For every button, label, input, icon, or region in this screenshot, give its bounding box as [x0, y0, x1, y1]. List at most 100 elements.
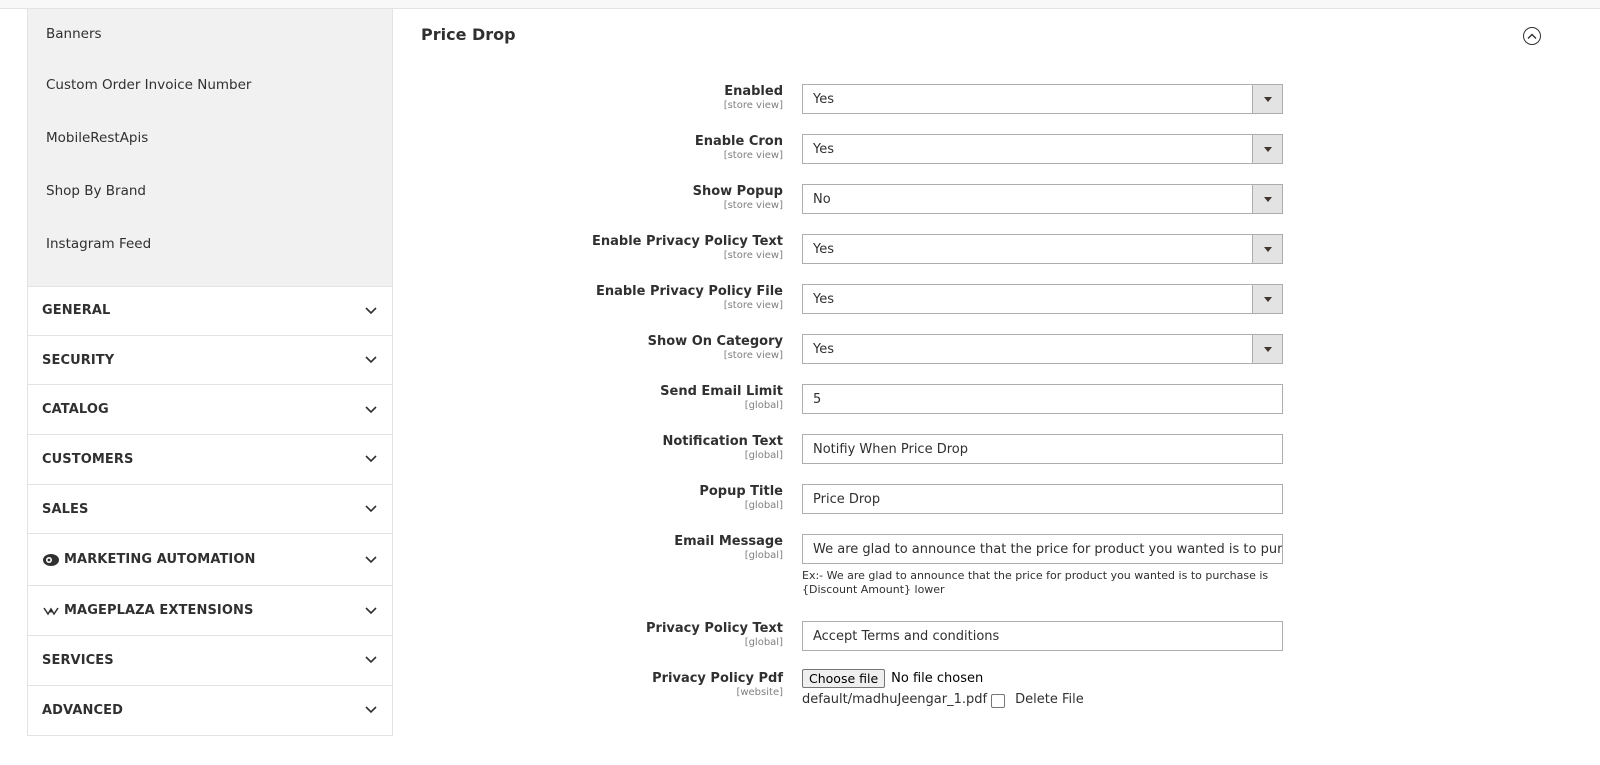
field-scope: [global] [744, 500, 783, 511]
chevron-down-icon [364, 703, 378, 717]
dropdown-arrow-icon [1252, 335, 1282, 363]
section-label: CATALOG [42, 402, 109, 418]
field-scope: [store view] [723, 150, 783, 161]
section-sales[interactable]: SALES [27, 484, 393, 535]
config-main: Price Drop Enabled [store view] Yes Enab… [393, 9, 1600, 765]
panel-title[interactable]: Price Drop [421, 25, 516, 44]
field-label-wrap: Popup Title [global] [483, 484, 783, 511]
section-label: SALES [42, 501, 89, 517]
field-label-wrap: Privacy Policy Text [global] [483, 621, 783, 648]
field-scope: [store view] [723, 300, 783, 311]
field-scope: [global] [744, 550, 783, 561]
collapse-button[interactable] [1523, 27, 1541, 45]
sidebar-item-banners[interactable]: Banners [28, 9, 392, 60]
notification-text-input[interactable]: Notifiy When Price Drop [802, 434, 1283, 464]
chevron-down-icon [364, 502, 378, 516]
sidebar-item-custom-order-invoice-number[interactable]: Custom Order Invoice Number [28, 60, 392, 113]
field-label: Privacy Policy Pdf [652, 671, 783, 686]
current-file-link[interactable]: default/madhuJeengar_1.pdf [802, 692, 987, 707]
select-value: Yes [813, 241, 834, 257]
send-email-limit-input[interactable]: 5 [802, 384, 1283, 414]
input-value: Price Drop [813, 491, 881, 507]
field-label: Enable Privacy Policy Text [592, 234, 783, 249]
select-value: Yes [813, 341, 834, 357]
section-marketing-automation[interactable]: MARKETING AUTOMATION [27, 534, 393, 587]
sidebar-sub-list: Banners Custom Order Invoice Number Mobi… [27, 9, 393, 286]
chevron-down-icon [364, 553, 378, 567]
field-scope: [website] [736, 687, 783, 698]
email-message-input[interactable]: We are glad to announce that the price f… [802, 534, 1283, 564]
field-label: Show On Category [647, 334, 783, 349]
chevron-down-icon [364, 604, 378, 618]
dropdown-arrow-icon [1252, 235, 1282, 263]
section-label: ADVANCED [42, 702, 123, 718]
chevron-down-icon [364, 452, 378, 466]
input-value: 5 [813, 391, 822, 407]
section-label: MAGEPLAZA EXTENSIONS [64, 603, 254, 619]
field-scope: [global] [744, 400, 783, 411]
field-label-wrap: Show Popup [store view] [483, 184, 783, 211]
field-label: Show Popup [692, 184, 783, 199]
select-value: Yes [813, 141, 834, 157]
section-label: CUSTOMERS [42, 451, 134, 467]
email-message-note: Ex:- We are glad to announce that the pr… [802, 569, 1269, 596]
section-advanced[interactable]: ADVANCED [27, 685, 393, 736]
choose-file-button[interactable]: Choose file [802, 669, 886, 688]
section-catalog[interactable]: CATALOG [27, 385, 393, 436]
field-label: Email Message [674, 534, 783, 549]
enable-privacy-policy-file-select[interactable]: Yes [802, 284, 1283, 314]
section-label-wrap: MAGEPLAZA EXTENSIONS [42, 603, 364, 618]
section-security[interactable]: SECURITY [27, 335, 393, 386]
field-label-wrap: Enable Privacy Policy Text [store view] [483, 234, 783, 261]
field-label-wrap: Show On Category [store view] [483, 334, 783, 361]
section-mageplaza-extensions[interactable]: MAGEPLAZA EXTENSIONS [27, 586, 393, 637]
chevron-down-icon [364, 304, 378, 318]
file-status: No file chosen [891, 671, 984, 686]
sidebar-item-shop-by-brand[interactable]: Shop By Brand [28, 166, 392, 219]
top-strip [0, 0, 1600, 9]
section-label: MARKETING AUTOMATION [64, 552, 256, 568]
field-scope: [store view] [723, 100, 783, 111]
marketing-automation-icon [42, 553, 60, 567]
section-customers[interactable]: CUSTOMERS [27, 435, 393, 485]
config-sidebar: Banners Custom Order Invoice Number Mobi… [27, 9, 393, 736]
field-label: Enable Privacy Policy File [595, 284, 783, 299]
delete-file-label[interactable]: Delete File [1015, 692, 1084, 707]
enable-cron-select[interactable]: Yes [802, 134, 1283, 164]
field-scope: [global] [744, 637, 783, 648]
show-on-category-select[interactable]: Yes [802, 334, 1283, 364]
input-value: We are glad to announce that the price f… [813, 541, 1283, 557]
delete-file-checkbox[interactable] [991, 694, 1006, 708]
field-scope: [store view] [723, 350, 783, 361]
field-scope: [store view] [723, 250, 783, 261]
field-scope: [global] [744, 450, 783, 461]
section-label: SECURITY [42, 352, 115, 368]
current-file-row: default/madhuJeengar_1.pdf Delete File [802, 691, 1084, 708]
section-label: GENERAL [42, 303, 111, 319]
field-label-wrap: Send Email Limit [global] [483, 384, 783, 411]
field-scope: [store view] [723, 200, 783, 211]
select-value: Yes [813, 291, 834, 307]
show-popup-select[interactable]: No [802, 184, 1283, 214]
dropdown-arrow-icon [1252, 285, 1282, 313]
field-label: Enabled [724, 84, 783, 99]
chevron-down-icon [364, 403, 378, 417]
popup-title-input[interactable]: Price Drop [802, 484, 1283, 514]
section-label: SERVICES [42, 652, 114, 668]
field-label-wrap: Enabled [store view] [483, 84, 783, 111]
field-label: Popup Title [699, 484, 783, 499]
enable-privacy-policy-text-select[interactable]: Yes [802, 234, 1283, 264]
enabled-select[interactable]: Yes [802, 84, 1283, 114]
field-label: Enable Cron [694, 134, 783, 149]
section-general[interactable]: GENERAL [27, 286, 393, 336]
sidebar-item-instagram-feed[interactable]: Instagram Feed [28, 219, 392, 272]
field-label-wrap: Notification Text [global] [483, 434, 783, 461]
sidebar-item-mobilerestapis[interactable]: MobileRestApis [28, 113, 392, 166]
privacy-policy-text-input[interactable]: Accept Terms and conditions [802, 621, 1283, 651]
section-services[interactable]: SERVICES [27, 636, 393, 686]
file-picker: Choose file No file chosen [802, 669, 983, 688]
field-label-wrap: Enable Cron [store view] [483, 134, 783, 161]
section-label-wrap: MARKETING AUTOMATION [42, 552, 364, 567]
chevron-down-icon [364, 653, 378, 667]
dropdown-arrow-icon [1252, 85, 1282, 113]
